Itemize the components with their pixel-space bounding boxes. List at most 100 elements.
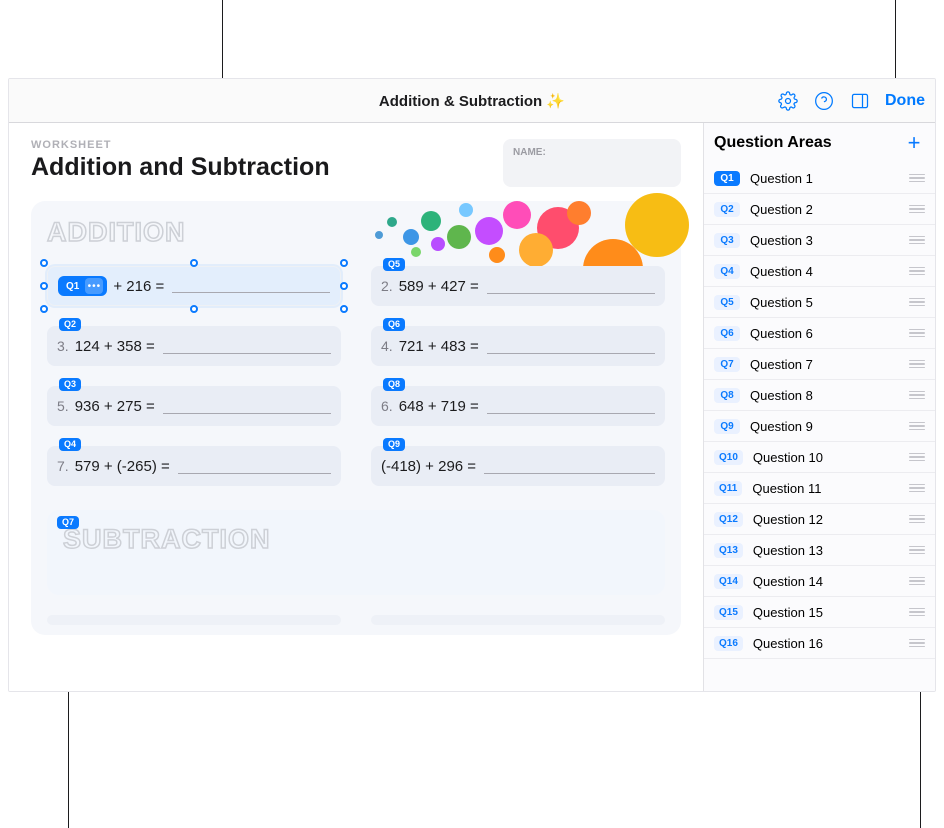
more-icon[interactable]: ••• bbox=[85, 278, 103, 294]
problem-expression: 721 + 483 = bbox=[399, 338, 479, 355]
drag-handle-icon[interactable] bbox=[909, 391, 925, 400]
addition-section: ADDITION Q1•••+ 216 =Q52.589 + 427 =Q23.… bbox=[31, 201, 681, 635]
callout-stem bbox=[68, 692, 69, 828]
sidebar-question-item[interactable]: Q16 Question 16 bbox=[704, 628, 935, 659]
drag-handle-icon[interactable] bbox=[909, 546, 925, 555]
sidebar-title: Question Areas bbox=[714, 134, 832, 152]
question-tag: Q4 bbox=[59, 438, 81, 451]
resize-handle[interactable] bbox=[40, 282, 48, 290]
sidebar-question-item[interactable]: Q2Question 2 bbox=[704, 194, 935, 225]
question-tag: Q3 bbox=[59, 378, 81, 391]
answer-line bbox=[178, 473, 331, 474]
resize-handle[interactable] bbox=[340, 282, 348, 290]
question-label: Question 16 bbox=[753, 636, 823, 651]
question-label: Question 7 bbox=[750, 357, 813, 372]
sidebar-question-item[interactable]: Q11Question 11 bbox=[704, 473, 935, 504]
answer-line bbox=[163, 413, 331, 414]
sidebar-question-item[interactable]: Q10 Question 10 bbox=[704, 442, 935, 473]
problem-expression: 579 + (-265) = bbox=[75, 458, 170, 475]
drag-handle-icon[interactable] bbox=[909, 577, 925, 586]
question-list: Q1Question 1Q2Question 2 Q3 Question 3 Q4Qu… bbox=[704, 163, 935, 691]
worksheet-type-label: WORKSHEET bbox=[31, 139, 330, 151]
sidebar: Question Areas + Q1Question 1Q2Question … bbox=[703, 123, 935, 691]
drag-handle-icon[interactable] bbox=[909, 236, 925, 245]
answer-line bbox=[163, 353, 331, 354]
question-id: Q1 bbox=[62, 281, 83, 292]
drag-handle-icon[interactable] bbox=[909, 329, 925, 338]
callout-stem bbox=[222, 0, 223, 78]
drag-handle-icon[interactable] bbox=[909, 267, 925, 276]
drag-handle-icon[interactable] bbox=[909, 453, 925, 462]
problem-expression: (-418) + 296 = bbox=[381, 458, 476, 475]
question-chip: Q7 bbox=[714, 357, 740, 372]
resize-handle[interactable] bbox=[190, 259, 198, 267]
sidebar-question-item[interactable]: Q1Question 1 bbox=[704, 163, 935, 194]
resize-handle[interactable] bbox=[40, 259, 48, 267]
drag-handle-icon[interactable] bbox=[909, 515, 925, 524]
question-label: Question 5 bbox=[750, 295, 813, 310]
question-label: Question 2 bbox=[750, 202, 813, 217]
question-chip: Q6 bbox=[714, 326, 740, 341]
subtraction-heading: SUBTRACTION bbox=[63, 524, 649, 555]
question-badge[interactable]: Q1••• bbox=[58, 276, 107, 296]
drag-handle-icon[interactable] bbox=[909, 484, 925, 493]
drag-handle-icon[interactable] bbox=[909, 174, 925, 183]
question-area[interactable]: Q64.721 + 483 = bbox=[371, 326, 665, 366]
question-area[interactable]: Q35.936 + 275 = bbox=[47, 386, 341, 426]
resize-handle[interactable] bbox=[340, 259, 348, 267]
sidebar-question-item[interactable]: Q14Question 14 bbox=[704, 566, 935, 597]
question-chip: Q10 bbox=[714, 450, 743, 465]
question-area[interactable]: Q52.589 + 427 = bbox=[371, 266, 665, 306]
sidebar-question-item[interactable]: Q8Question 8 bbox=[704, 380, 935, 411]
ghost-block bbox=[371, 615, 665, 625]
canvas[interactable]: WORKSHEET Addition and Subtraction NAME:… bbox=[9, 123, 703, 691]
subtraction-section[interactable]: Q7 SUBTRACTION bbox=[47, 510, 665, 595]
question-area[interactable]: Q1•••+ 216 = bbox=[47, 266, 341, 306]
answer-line bbox=[487, 353, 655, 354]
add-question-button[interactable]: + bbox=[903, 132, 925, 154]
question-label: Question 10 bbox=[753, 450, 823, 465]
done-button[interactable]: Done bbox=[885, 92, 925, 110]
question-label: Question 8 bbox=[750, 388, 813, 403]
drag-handle-icon[interactable] bbox=[909, 298, 925, 307]
question-chip: Q12 bbox=[714, 512, 743, 527]
question-label: Question 3 bbox=[750, 233, 813, 248]
question-area[interactable]: Q47.579 + (-265) = bbox=[47, 446, 341, 486]
drag-handle-icon[interactable] bbox=[909, 205, 925, 214]
ghost-block bbox=[47, 615, 341, 625]
resize-handle[interactable] bbox=[340, 305, 348, 313]
sidebar-question-item[interactable]: Q12 Question 12 bbox=[704, 504, 935, 535]
problem-number: 2. bbox=[381, 278, 393, 294]
question-chip: Q3 bbox=[714, 233, 740, 248]
problem-expression: 648 + 719 = bbox=[399, 398, 479, 415]
question-label: Question 12 bbox=[753, 512, 823, 527]
answer-line bbox=[487, 293, 655, 294]
sidebar-question-item[interactable]: Q6Question 6 bbox=[704, 318, 935, 349]
drag-handle-icon[interactable] bbox=[909, 360, 925, 369]
sidebar-question-item[interactable]: Q5Question 5 bbox=[704, 287, 935, 318]
sidebar-question-item[interactable]: Q4Question 4 bbox=[704, 256, 935, 287]
sidebar-question-item[interactable]: Q13Question 13 bbox=[704, 535, 935, 566]
question-area[interactable]: Q86.648 + 719 = bbox=[371, 386, 665, 426]
sidebar-question-item[interactable]: Q7 Question 7 bbox=[704, 349, 935, 380]
sidebar-toggle-icon[interactable] bbox=[849, 90, 871, 112]
answer-line bbox=[484, 473, 655, 474]
sidebar-question-item[interactable]: Q9Question 9 bbox=[704, 411, 935, 442]
drag-handle-icon[interactable] bbox=[909, 422, 925, 431]
drag-handle-icon[interactable] bbox=[909, 639, 925, 648]
question-area[interactable]: Q9(-418) + 296 = bbox=[371, 446, 665, 486]
problem-number: 4. bbox=[381, 338, 393, 354]
problem-number: 5. bbox=[57, 398, 69, 414]
resize-handle[interactable] bbox=[190, 305, 198, 313]
gear-icon[interactable] bbox=[777, 90, 799, 112]
drag-handle-icon[interactable] bbox=[909, 608, 925, 617]
resize-handle[interactable] bbox=[40, 305, 48, 313]
help-icon[interactable] bbox=[813, 90, 835, 112]
sidebar-question-item[interactable]: Q15Question 15 bbox=[704, 597, 935, 628]
question-chip: Q16 bbox=[714, 636, 743, 651]
question-area[interactable]: Q23.124 + 358 = bbox=[47, 326, 341, 366]
name-label: NAME: bbox=[513, 147, 546, 158]
problem-number: 6. bbox=[381, 398, 393, 414]
problem-expression: 936 + 275 = bbox=[75, 398, 155, 415]
sidebar-question-item[interactable]: Q3 Question 3 bbox=[704, 225, 935, 256]
